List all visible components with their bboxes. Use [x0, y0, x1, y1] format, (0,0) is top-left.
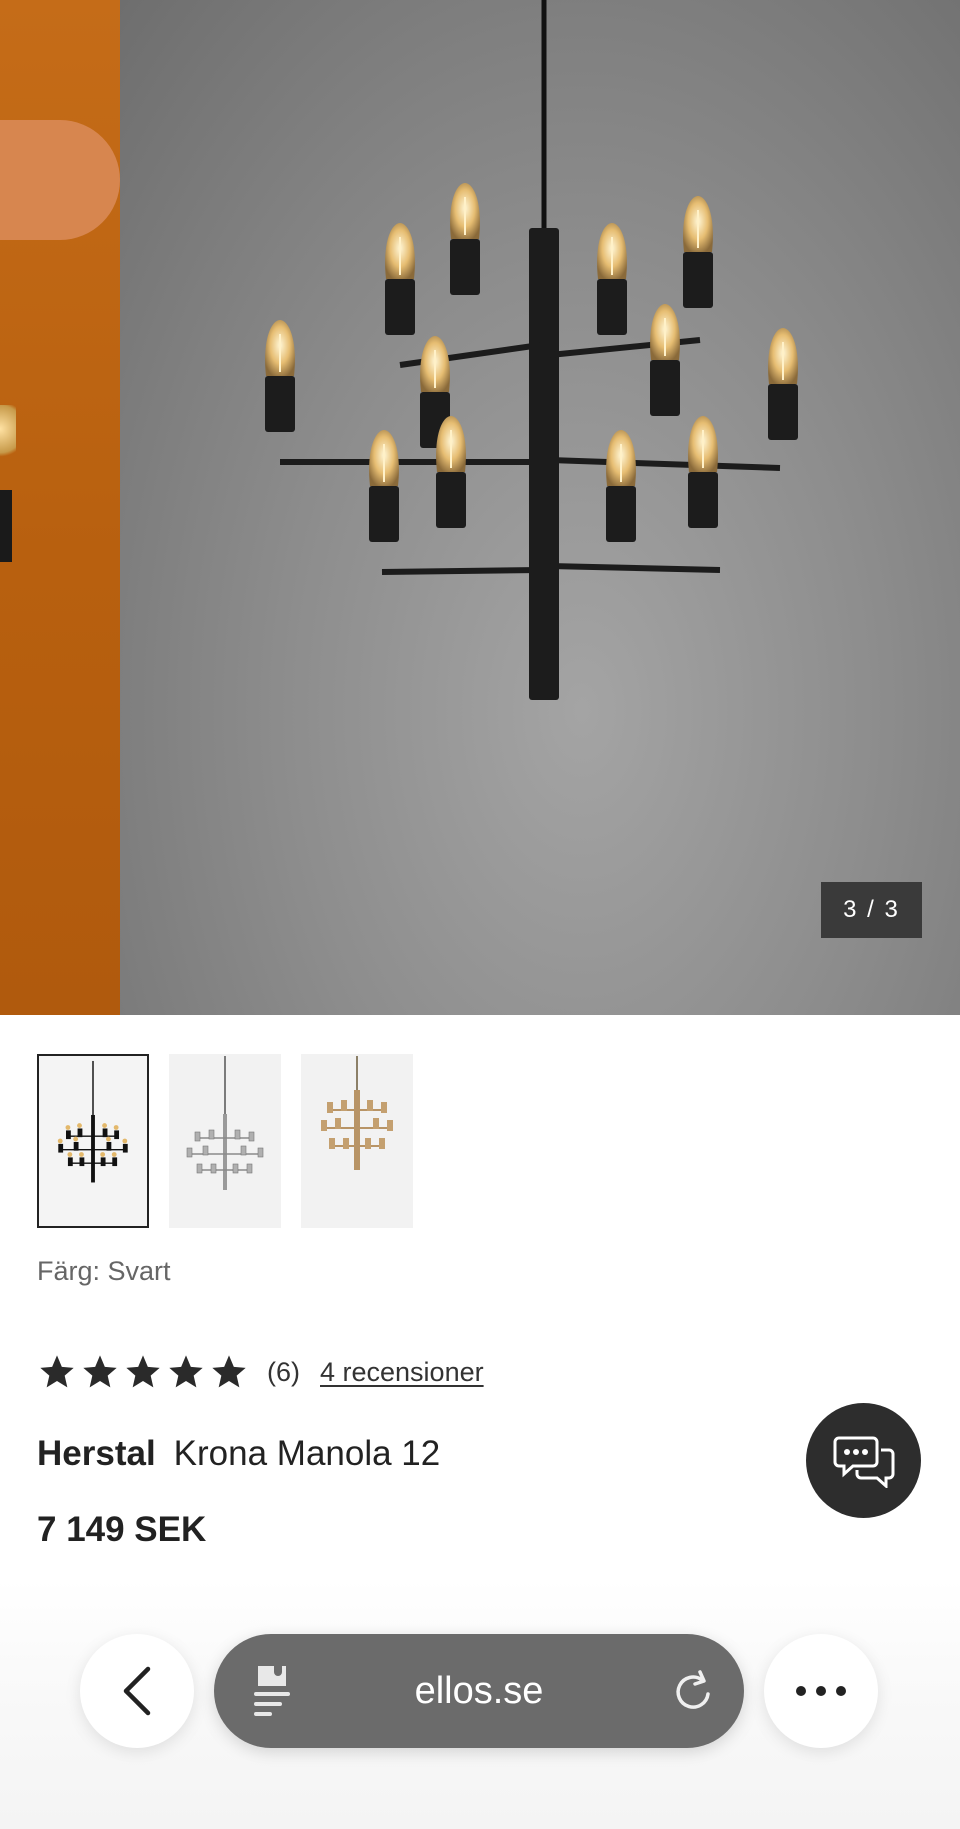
lamp-socket	[597, 279, 627, 335]
thumbnail-black-image	[57, 1060, 128, 1183]
more-dots-icon	[796, 1686, 846, 1696]
chat-button[interactable]	[806, 1403, 921, 1518]
chat-bubbles-icon	[833, 1436, 894, 1488]
socket-edge-image	[0, 490, 12, 562]
previous-image-peek[interactable]	[0, 0, 120, 1015]
rating-stars	[37, 1352, 249, 1392]
url-text: ellos.se	[414, 1669, 544, 1712]
lamp-socket	[650, 360, 680, 416]
lamp-socket	[606, 486, 636, 542]
model-arm-image	[0, 120, 120, 240]
back-button[interactable]	[80, 1634, 194, 1748]
lamp-socket	[436, 472, 466, 528]
star-icon	[212, 1355, 246, 1388]
thumbnail-brass-image	[321, 1056, 393, 1170]
reviews-link[interactable]: 4 recensioner	[320, 1357, 484, 1388]
chandelier-illustration	[265, 0, 798, 700]
product-name: Krona Manola 12	[173, 1434, 441, 1473]
lamp-socket	[265, 376, 295, 432]
thumbnail-chrome[interactable]	[169, 1054, 281, 1228]
gallery-counter: 3 / 3	[821, 882, 922, 938]
thumbnail-black[interactable]	[37, 1054, 149, 1228]
lamp-socket	[688, 472, 718, 528]
lamp-socket	[385, 279, 415, 335]
thumbnail-brass[interactable]	[301, 1054, 413, 1228]
product-brand[interactable]: Herstal	[37, 1434, 156, 1473]
star-icon	[169, 1355, 203, 1388]
product-price: 7 149 SEK	[37, 1510, 207, 1549]
lamp-socket	[768, 384, 798, 440]
product-main-image[interactable]	[120, 0, 960, 1015]
rating-row: (6) 4 recensioner	[37, 1352, 484, 1392]
address-bar[interactable]: ellos.se	[214, 1634, 744, 1748]
star-icon	[40, 1355, 74, 1388]
bulb-edge-image	[0, 405, 16, 465]
product-title: Herstal Krona Manola 12	[37, 1434, 440, 1474]
thumbnail-chrome-image	[186, 1056, 264, 1190]
star-icon	[126, 1355, 160, 1388]
more-button[interactable]	[764, 1634, 878, 1748]
chevron-left-icon	[123, 1666, 151, 1716]
thumbnail-strip	[37, 1054, 413, 1228]
lamp-socket	[369, 486, 399, 542]
reload-icon[interactable]	[672, 1668, 716, 1714]
lamp-socket	[450, 239, 480, 295]
product-image-gallery[interactable]: 3 / 3	[0, 0, 960, 1015]
rating-count: (6)	[267, 1356, 300, 1387]
lamp-socket	[683, 252, 713, 308]
star-icon	[83, 1355, 117, 1388]
color-label: Färg: Svart	[37, 1256, 171, 1286]
